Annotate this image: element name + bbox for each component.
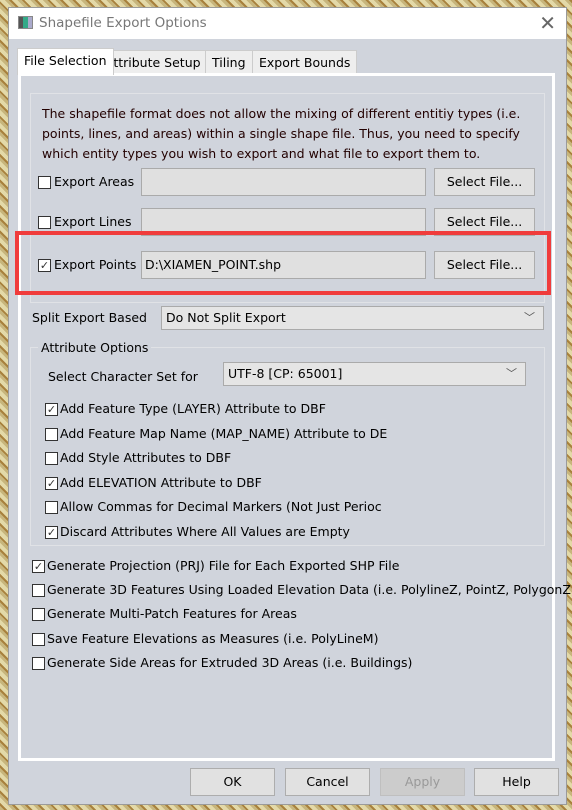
- option-checkbox[interactable]: [45, 452, 58, 465]
- export-areas-checkbox[interactable]: [38, 176, 51, 189]
- option-checkbox[interactable]: [32, 608, 45, 622]
- export-areas-label: Export Areas: [54, 174, 135, 189]
- option-label: Save Feature Elevations as Measures (i.e…: [47, 630, 379, 646]
- cancel-button[interactable]: Cancel: [285, 768, 370, 796]
- option-label: Generate 3D Features Using Loaded Elevat…: [47, 582, 572, 598]
- export-lines-checkbox[interactable]: [38, 216, 51, 229]
- option-label: Add Feature Map Name (MAP_NAME) Attribut…: [60, 425, 388, 441]
- split-export-value: Do Not Split Export: [166, 310, 286, 325]
- export-areas-path[interactable]: [141, 168, 426, 196]
- help-button[interactable]: Help: [474, 768, 559, 796]
- option-checkbox[interactable]: [45, 427, 58, 441]
- option-checkbox[interactable]: [32, 632, 45, 646]
- apply-button[interactable]: Apply: [380, 768, 465, 796]
- split-export-label: Split Export Based: [32, 310, 147, 325]
- option-label: Generate Projection (PRJ) File for Each …: [47, 558, 400, 573]
- chevron-down-icon: ﹀: [506, 367, 517, 380]
- option-label: Discard Attributes Where All Values are …: [60, 523, 350, 539]
- ok-button[interactable]: OK: [190, 768, 275, 796]
- option-checkbox[interactable]: [32, 584, 45, 598]
- tab-tiling[interactable]: Tiling: [205, 50, 253, 74]
- description-text: The shapefile format does not allow the …: [42, 106, 521, 161]
- option-checkbox[interactable]: ✓: [45, 525, 58, 539]
- charset-value: UTF-8 [CP: 65001]: [228, 366, 343, 381]
- option-label: Allow Commas for Decimal Markers (Not Ju…: [60, 499, 382, 514]
- option-label: Add Style Attributes to DBF: [60, 450, 232, 465]
- window-title: Shapefile Export Options: [39, 15, 207, 31]
- tab-attribute-setup[interactable]: Attribute Setup: [98, 50, 208, 74]
- chevron-down-icon: ﹀: [524, 311, 535, 324]
- option-checkbox[interactable]: ✓: [45, 476, 58, 490]
- attribute-options-title: Attribute Options: [38, 340, 152, 355]
- title-bar: Shapefile Export Options ✕: [9, 8, 566, 39]
- option-label: Add Feature Type (LAYER) Attribute to DB…: [60, 401, 326, 416]
- split-export-select[interactable]: Do Not Split Export ﹀: [161, 306, 544, 330]
- option-checkbox[interactable]: [45, 501, 58, 514]
- option-checkbox[interactable]: [32, 656, 45, 670]
- tab-export-bounds[interactable]: Export Bounds: [252, 50, 358, 74]
- charset-select[interactable]: UTF-8 [CP: 65001] ﹀: [223, 362, 526, 386]
- option-label: Generate Multi-Patch Features for Areas: [47, 606, 297, 622]
- tab-file-selection[interactable]: File Selection: [17, 48, 114, 75]
- close-icon[interactable]: ✕: [539, 11, 556, 35]
- select-file-areas-button[interactable]: Select File...: [434, 168, 535, 196]
- export-lines-label: Export Lines: [54, 214, 132, 229]
- app-icon: [18, 16, 33, 29]
- charset-label: Select Character Set for: [48, 369, 198, 384]
- option-checkbox[interactable]: ✓: [32, 560, 45, 573]
- option-checkbox[interactable]: ✓: [45, 403, 58, 416]
- option-label: Generate Side Areas for Extruded 3D Area…: [47, 654, 413, 670]
- option-label: Add ELEVATION Attribute to DBF: [60, 474, 262, 490]
- highlight-box: [15, 231, 551, 295]
